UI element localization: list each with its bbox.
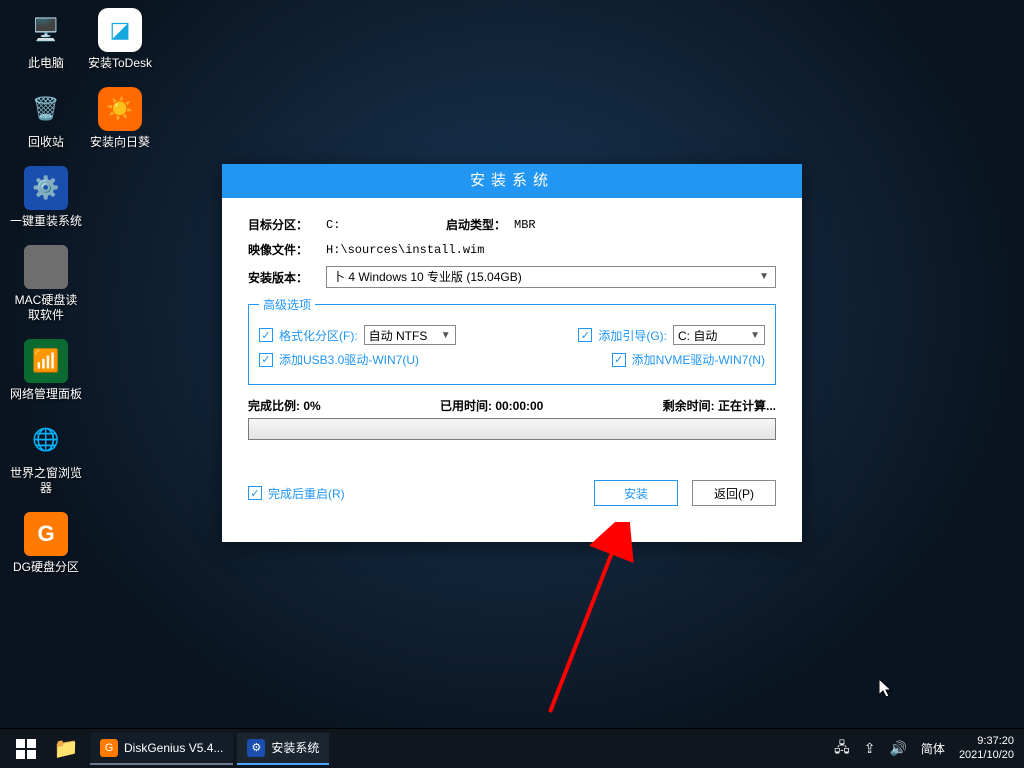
remain-value: 正在计算... (718, 399, 776, 413)
volume-icon[interactable]: 🔊 (889, 740, 906, 757)
clock-time: 9:37:20 (959, 735, 1014, 748)
taskbar: 📁 G DiskGenius V5.4... ⚙ 安装系统 🖧 ⇪ 🔊 简体 9… (0, 728, 1024, 768)
reboot-after-checkbox[interactable]: ✓完成后重启(R) (248, 485, 345, 502)
install-version-select[interactable]: 卜 4 Windows 10 专业版 (15.04GB) ▼ (326, 266, 776, 288)
install-version-label: 安装版本： (248, 269, 326, 286)
boot-type-label: 启动类型： (446, 216, 506, 233)
add-usb3-checkbox[interactable]: ✓添加USB3.0驱动-WIN7(U) (259, 351, 419, 368)
usb-icon[interactable]: ⇪ (864, 740, 876, 757)
windows-logo-icon (16, 739, 36, 759)
install-system-dialog: 安装系统 目标分区： C: 启动类型： MBR 映像文件： H:\sources… (222, 164, 802, 542)
desktop-icon-recycle[interactable]: 🗑️回收站 (10, 87, 82, 150)
ime-indicator[interactable]: 简体 (921, 740, 945, 757)
elapsed-value: 00:00:00 (495, 399, 543, 413)
add-boot-select[interactable]: C: 自动▼ (673, 325, 765, 345)
taskbar-item-label: DiskGenius V5.4... (124, 741, 223, 755)
start-button[interactable] (6, 729, 46, 768)
desktop-icon-netpanel[interactable]: 📶网络管理面板 (10, 339, 82, 402)
install-button[interactable]: 安装 (594, 480, 678, 506)
system-tray: 🖧 ⇪ 🔊 简体 9:37:20 2021/10/20 (834, 735, 1018, 761)
progress-pct-label: 完成比例: (248, 399, 300, 413)
target-partition-label: 目标分区： (248, 216, 326, 233)
desktop-icon-dg[interactable]: GDG硬盘分区 (10, 512, 82, 575)
taskbar-item-label: 安装系统 (271, 739, 319, 756)
target-partition-value: C: (326, 218, 416, 232)
desktop-icons-col2: ◪安装ToDesk ☀️安装向日葵 (84, 8, 156, 166)
clock-date: 2021/10/20 (959, 749, 1014, 762)
desktop-icons-col1: 🖥️此电脑 🗑️回收站 ⚙️一键重装系统 MAC硬盘读取软件 📶网络管理面板 🌐… (10, 8, 82, 591)
file-explorer-pin[interactable]: 📁 (46, 729, 86, 768)
cursor-icon (879, 679, 895, 704)
add-boot-checkbox[interactable]: ✓添加引导(G): (578, 327, 667, 344)
desktop-icon-pc[interactable]: 🖥️此电脑 (10, 8, 82, 71)
back-button[interactable]: 返回(P) (692, 480, 776, 506)
diskgenius-icon: G (100, 739, 118, 757)
network-icon[interactable]: 🖧 (834, 737, 850, 761)
advanced-options-legend: 高级选项 (259, 296, 315, 313)
format-partition-checkbox[interactable]: ✓格式化分区(F): (259, 327, 358, 344)
folder-icon: 📁 (54, 736, 79, 761)
image-file-value: H:\sources\install.wim (326, 243, 484, 257)
install-version-value: 卜 4 Windows 10 专业版 (15.04GB) (333, 267, 522, 287)
remain-label: 剩余时间: (663, 399, 715, 413)
install-system-icon: ⚙ (247, 739, 265, 757)
chevron-down-icon: ▼ (759, 267, 769, 287)
desktop-icon-macdisk[interactable]: MAC硬盘读取软件 (10, 245, 82, 323)
annotation-arrow-icon (540, 522, 660, 722)
image-file-label: 映像文件： (248, 241, 326, 258)
advanced-options-fieldset: 高级选项 ✓格式化分区(F): 自动 NTFS▼ ✓添加引导(G): C: 自动… (248, 296, 776, 385)
progress-bar (248, 418, 776, 440)
add-nvme-checkbox[interactable]: ✓添加NVME驱动-WIN7(N) (612, 351, 765, 368)
desktop-icon-browser[interactable]: 🌐世界之窗浏览器 (10, 418, 82, 496)
desktop-icon-reinstall[interactable]: ⚙️一键重装系统 (10, 166, 82, 229)
taskbar-clock[interactable]: 9:37:20 2021/10/20 (959, 735, 1014, 761)
desktop-icon-sunflower[interactable]: ☀️安装向日葵 (84, 87, 156, 150)
desktop-icon-todesk[interactable]: ◪安装ToDesk (84, 8, 156, 71)
chevron-down-icon: ▼ (441, 330, 451, 341)
elapsed-label: 已用时间: (440, 399, 492, 413)
boot-type-value: MBR (514, 218, 536, 232)
dialog-title: 安装系统 (222, 164, 802, 198)
format-fs-select[interactable]: 自动 NTFS▼ (364, 325, 456, 345)
taskbar-item-install-system[interactable]: ⚙ 安装系统 (237, 733, 329, 765)
chevron-down-icon: ▼ (750, 330, 760, 341)
progress-pct-value: 0% (303, 399, 320, 413)
taskbar-item-diskgenius[interactable]: G DiskGenius V5.4... (90, 733, 233, 765)
